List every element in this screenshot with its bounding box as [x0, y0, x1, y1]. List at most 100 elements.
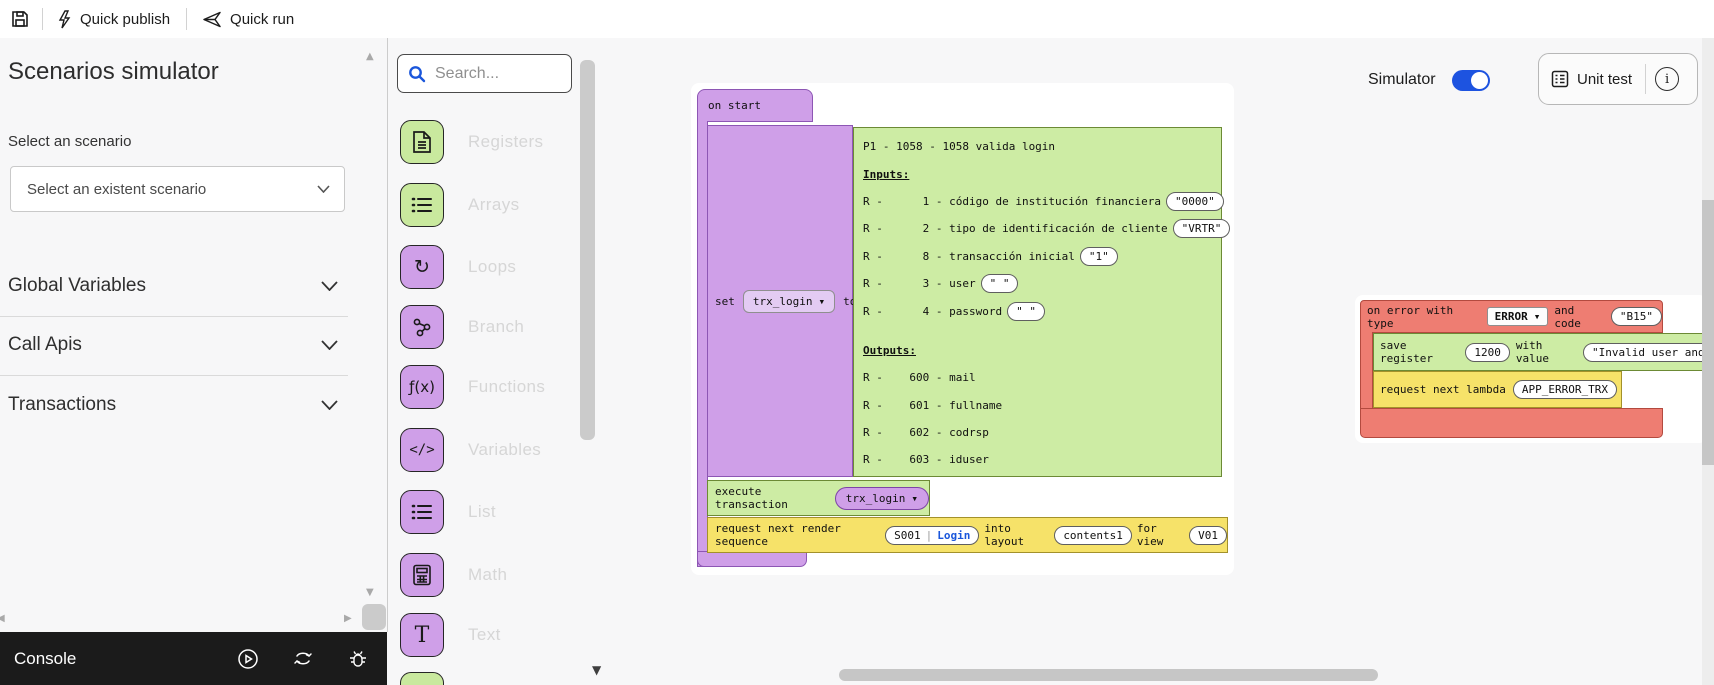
text-icon: T: [400, 613, 444, 657]
category-label: Functions: [468, 377, 545, 397]
execute-transaction-label: execute transaction: [715, 485, 828, 511]
error-type-dropdown[interactable]: ERROR ▾: [1487, 307, 1549, 326]
quick-run-button[interactable]: Quick run: [203, 11, 294, 28]
category-label: Registers: [468, 132, 543, 152]
on-error-block[interactable]: on error with type ERROR ▾ and code "B15…: [1360, 300, 1663, 333]
lambda-field[interactable]: APP_ERROR_TRX: [1513, 380, 1617, 399]
scenario-select-label: Select an scenario: [8, 133, 131, 150]
on-error-spine[interactable]: [1360, 332, 1373, 410]
view-keyword: for view: [1137, 522, 1184, 548]
p1-transaction-block[interactable]: P1 - 1058 - 1058 valida login Inputs: R …: [853, 127, 1222, 477]
toggle-knob: [1471, 72, 1488, 89]
toolbox-category-math[interactable]: Math: [400, 553, 507, 597]
variable-name: trx_login: [753, 295, 813, 308]
sequence-separator: |: [926, 529, 933, 542]
input-row: R - 1 - código de institución financiera…: [863, 188, 1213, 215]
p1-title: P1 - 1058 - 1058 valida login: [863, 133, 1213, 160]
save-button[interactable]: [10, 9, 30, 29]
set-variable-block[interactable]: set trx_login ▾ to: [707, 125, 853, 477]
request-lambda-block[interactable]: request next lambda APP_ERROR_TRX: [1373, 371, 1622, 408]
layout-field[interactable]: contents1: [1054, 526, 1132, 545]
sidebar-scroll-up-arrow[interactable]: ▲: [366, 52, 374, 62]
render-sequence-block[interactable]: request next render sequence S001 | Logi…: [707, 517, 1228, 553]
info-button[interactable]: i: [1655, 67, 1679, 91]
chevron-down-icon: [321, 400, 338, 410]
error-code-field[interactable]: "B15": [1611, 307, 1662, 326]
scenarios-simulator-app: Quick publish Quick run Scenarios simula…: [0, 0, 1714, 685]
toolbox-scrollbar-thumb[interactable]: [580, 60, 595, 440]
input-value-field[interactable]: " ": [1007, 302, 1045, 321]
output-row: R - 603 - iduser: [863, 446, 1213, 473]
toolbox-category-arrays[interactable]: Arrays: [400, 183, 520, 227]
input-value-field[interactable]: "1": [1080, 247, 1118, 266]
variable-dropdown[interactable]: trx_login ▾: [743, 290, 835, 313]
save-register-block[interactable]: save register 1200 with value "Invalid u…: [1373, 333, 1714, 371]
branch-icon: [400, 305, 444, 349]
bug-icon: [347, 648, 369, 670]
input-text: R - 2 - tipo de identificación de client…: [863, 222, 1168, 235]
on-start-label: on start: [708, 99, 761, 112]
input-text: R - 3 - user: [863, 277, 976, 290]
toolbox-category-partial-tile[interactable]: [400, 672, 444, 685]
toolbox-category-branch[interactable]: Branch: [400, 305, 524, 349]
toolbox-category-list[interactable]: List: [400, 490, 496, 534]
canvas-vscrollbar-thumb[interactable]: [1702, 200, 1714, 465]
scenario-select[interactable]: Select an existent scenario: [10, 166, 345, 212]
simulator-toggle[interactable]: [1452, 70, 1490, 91]
console-run-button[interactable]: [237, 648, 259, 670]
section-label: Transactions: [8, 394, 116, 416]
console-repeat-button[interactable]: [292, 648, 314, 670]
input-text: R - 1 - código de institución financiera: [863, 195, 1161, 208]
on-start-wrapper-bottom[interactable]: [697, 551, 807, 567]
sidebar-scroll-left-arrow[interactable]: ◀: [0, 614, 5, 624]
error-code-keyword: and code: [1554, 304, 1605, 330]
console-debug-button[interactable]: [347, 648, 369, 670]
quick-publish-button[interactable]: Quick publish: [57, 10, 170, 29]
output-row: R - 601 - fullname: [863, 392, 1213, 419]
toolbox-category-loops[interactable]: ↻ Loops: [400, 245, 516, 289]
error-message-field[interactable]: "Invalid user and: [1583, 343, 1713, 362]
on-start-block[interactable]: on start: [697, 89, 813, 122]
quick-run-label: Quick run: [230, 11, 294, 28]
with-value-keyword: with value: [1516, 339, 1577, 365]
output-row: R - 602 - codrsp: [863, 419, 1213, 446]
toolbox-category-registers[interactable]: Registers: [400, 120, 543, 164]
unit-test-button[interactable]: Unit test: [1551, 70, 1632, 88]
transaction-dropdown[interactable]: trx_login ▾: [835, 487, 929, 510]
repeat-icon: [292, 648, 314, 670]
input-value-field[interactable]: "0000": [1166, 192, 1224, 211]
console-title: Console: [14, 649, 76, 669]
dropdown-arrow-icon: ▾: [1534, 310, 1541, 323]
input-value-field[interactable]: "VRTR": [1173, 219, 1231, 238]
search-input[interactable]: [435, 65, 545, 83]
category-label: Text: [468, 625, 501, 645]
toolbox-search[interactable]: [397, 54, 572, 93]
sidebar-scroll-right-arrow[interactable]: ▶: [344, 614, 352, 624]
input-row: R - 4 - password " ": [863, 297, 1213, 324]
input-value-field[interactable]: " ": [981, 274, 1019, 293]
section-transactions[interactable]: Transactions: [8, 385, 338, 425]
section-global-variables[interactable]: Global Variables: [8, 266, 338, 306]
toolbox-category-functions[interactable]: ƒ(x) Functions: [400, 365, 545, 409]
sidebar-scroll-down-arrow[interactable]: ▼: [366, 588, 374, 598]
view-field[interactable]: V01: [1189, 526, 1227, 545]
sidebar-scrollbar-thumb[interactable]: [362, 604, 386, 630]
category-label: Arrays: [468, 195, 520, 215]
unit-test-group: Unit test i: [1538, 53, 1698, 105]
section-call-apis[interactable]: Call Apis: [8, 325, 338, 365]
category-label: Loops: [468, 257, 516, 277]
on-error-bottom[interactable]: [1360, 408, 1663, 438]
canvas-hscrollbar-thumb[interactable]: [839, 669, 1378, 681]
sequence-field[interactable]: S001 | Login: [885, 526, 979, 545]
section-label: Call Apis: [8, 334, 82, 356]
toolbox-category-variables[interactable]: </> Variables: [400, 428, 541, 472]
category-label: Math: [468, 565, 507, 585]
toolbox-scroll-down-arrow[interactable]: ▼: [592, 665, 601, 675]
register-field[interactable]: 1200: [1465, 343, 1510, 362]
top-toolbar: Quick publish Quick run: [0, 0, 1714, 38]
execute-transaction-block[interactable]: execute transaction trx_login ▾: [707, 480, 930, 516]
code-icon: </>: [400, 428, 444, 472]
document-icon: [400, 120, 444, 164]
toolbox-category-text[interactable]: T Text: [400, 613, 501, 657]
sequence-code: S001: [894, 529, 921, 542]
